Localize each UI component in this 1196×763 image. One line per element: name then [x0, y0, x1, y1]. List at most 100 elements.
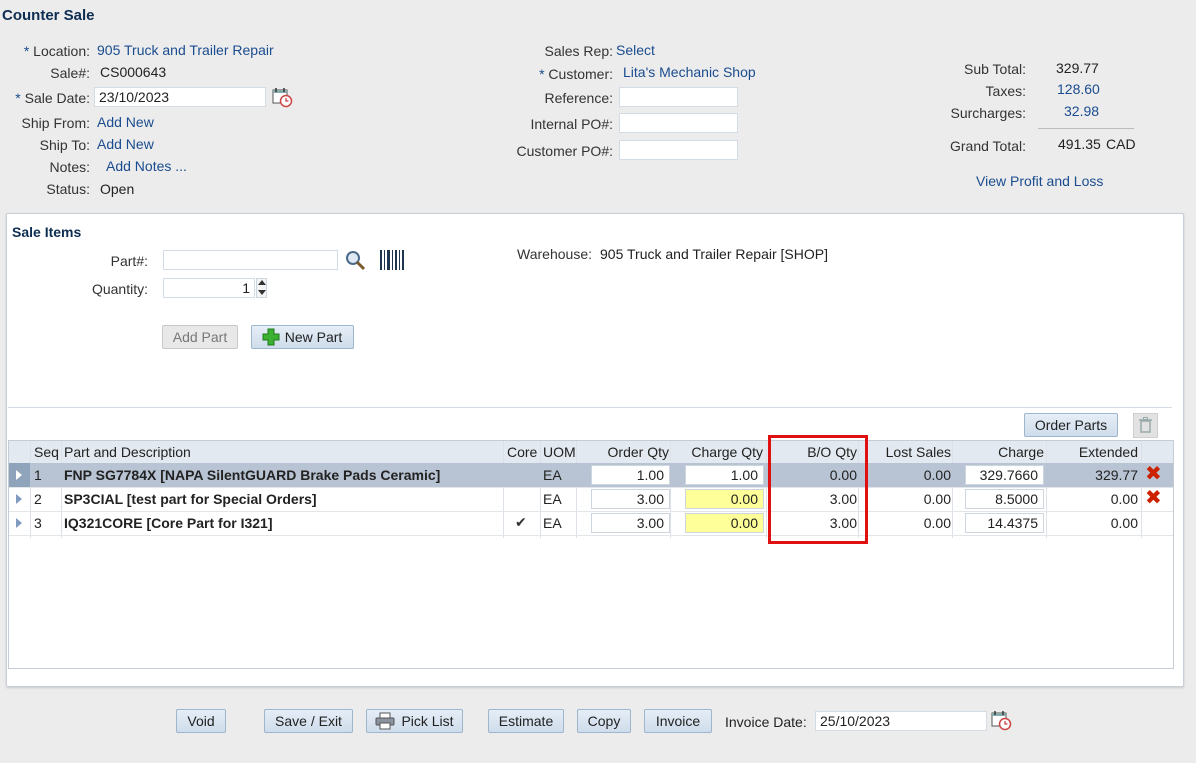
- status-label: Status:: [46, 181, 90, 197]
- invoice-date-input[interactable]: 25/10/2023: [815, 711, 987, 731]
- grand-total-label: Grand Total:: [949, 138, 1026, 154]
- trash-icon[interactable]: [1133, 413, 1158, 438]
- table-row[interactable]: 3 IQ321CORE [Core Part for I321] ✔ EA 3.…: [9, 511, 1173, 536]
- row-uom: EA: [543, 491, 562, 507]
- internal-po-input[interactable]: [619, 113, 738, 133]
- sale-date-label: * Sale Date:: [15, 90, 90, 106]
- surcharges-label: Surcharges:: [950, 105, 1026, 121]
- sale-number-value: CS000643: [100, 64, 167, 80]
- expand-arrow-icon[interactable]: [16, 470, 22, 480]
- notes-label: Notes:: [49, 159, 90, 175]
- reference-input[interactable]: [619, 87, 738, 107]
- copy-button[interactable]: Copy: [577, 709, 631, 733]
- col-header-extended[interactable]: Extended: [1049, 444, 1138, 460]
- row-lost-sales: 0.00: [923, 467, 951, 483]
- table-row[interactable]: 1 FNP SG7784X [NAPA SilentGUARD Brake Pa…: [9, 463, 1173, 488]
- internal-po-label: Internal PO#:: [530, 116, 614, 132]
- estimate-button[interactable]: Estimate: [488, 709, 564, 733]
- stepper-down-icon[interactable]: [258, 290, 266, 295]
- new-part-label: New Part: [284, 329, 343, 345]
- sales-rep-select-link[interactable]: Select: [616, 42, 655, 58]
- quantity-stepper[interactable]: [256, 278, 267, 298]
- core-check-icon: ✔: [515, 514, 527, 530]
- quantity-label: Quantity:: [91, 281, 148, 297]
- new-part-button[interactable]: New Part: [251, 325, 354, 349]
- grid-toolbar-divider: [8, 407, 1172, 408]
- row-part: SP3CIAL [test part for Special Orders]: [64, 491, 317, 507]
- invoice-button[interactable]: Invoice: [644, 709, 712, 733]
- sale-date-input[interactable]: 23/10/2023: [94, 87, 266, 107]
- col-header-seq[interactable]: Seq: [34, 444, 59, 460]
- calendar-icon[interactable]: [990, 709, 1012, 734]
- expand-arrow-icon[interactable]: [16, 494, 22, 504]
- row-expander[interactable]: [9, 487, 30, 511]
- charge-input[interactable]: 14.4375: [965, 513, 1044, 533]
- col-header-core[interactable]: Core: [507, 444, 537, 460]
- row-seq: 3: [34, 515, 42, 531]
- expand-arrow-icon[interactable]: [16, 518, 22, 528]
- charge-qty-input[interactable]: 0.00: [685, 489, 764, 509]
- save-exit-button[interactable]: Save / Exit: [264, 709, 353, 733]
- charge-qty-input[interactable]: 0.00: [685, 513, 764, 533]
- table-row[interactable]: 2 SP3CIAL [test part for Special Orders]…: [9, 487, 1173, 512]
- surcharges-link[interactable]: 32.98: [1064, 103, 1099, 119]
- row-extended: 329.77: [1095, 467, 1138, 483]
- barcode-icon[interactable]: [378, 248, 406, 275]
- stepper-up-icon[interactable]: [258, 280, 266, 285]
- taxes-link[interactable]: 128.60: [1057, 81, 1100, 97]
- page-title: Counter Sale: [2, 7, 95, 24]
- row-lost-sales: 0.00: [923, 515, 951, 531]
- order-qty-input[interactable]: 1.00: [591, 465, 670, 485]
- void-button[interactable]: Void: [176, 709, 226, 733]
- bo-qty-highlight-box: [768, 435, 868, 544]
- calendar-icon[interactable]: [271, 86, 293, 111]
- row-expander[interactable]: [9, 511, 30, 535]
- quantity-input[interactable]: 1: [163, 278, 255, 298]
- charge-qty-input[interactable]: 1.00: [685, 465, 764, 485]
- row-part: IQ321CORE [Core Part for I321]: [64, 515, 273, 531]
- sales-rep-label: Sales Rep:: [544, 43, 613, 59]
- warehouse-label: Warehouse:: [517, 246, 592, 262]
- search-icon[interactable]: [344, 249, 366, 274]
- row-part: FNP SG7784X [NAPA SilentGUARD Brake Pads…: [64, 467, 441, 483]
- status-value: Open: [100, 181, 135, 197]
- ship-to-add-link[interactable]: Add New: [97, 136, 154, 152]
- reference-label: Reference:: [544, 90, 613, 106]
- part-number-label: Part#:: [110, 253, 148, 269]
- charge-input[interactable]: 329.7660: [965, 465, 1044, 485]
- col-header-part[interactable]: Part and Description: [64, 444, 191, 460]
- pick-list-button[interactable]: Pick List: [366, 709, 463, 733]
- ship-from-label: Ship From:: [21, 115, 90, 131]
- col-header-charge[interactable]: Charge: [955, 444, 1044, 460]
- plus-icon: [262, 328, 280, 352]
- customer-link[interactable]: Lita's Mechanic Shop: [623, 64, 756, 80]
- part-number-input[interactable]: [163, 250, 338, 270]
- sale-number-label: Sale#:: [50, 65, 90, 81]
- pick-list-label: Pick List: [401, 713, 454, 729]
- ship-to-label: Ship To:: [39, 137, 90, 153]
- add-notes-link[interactable]: Add Notes ...: [106, 158, 187, 174]
- required-marker: *: [15, 90, 21, 106]
- row-extended: 0.00: [1110, 491, 1138, 507]
- delete-row-icon[interactable]: ✖: [1145, 488, 1162, 508]
- view-profit-loss-link[interactable]: View Profit and Loss: [976, 173, 1103, 189]
- col-header-uom[interactable]: UOM: [543, 444, 576, 460]
- charge-input[interactable]: 8.5000: [965, 489, 1044, 509]
- row-expander[interactable]: [9, 463, 30, 487]
- sale-items-title: Sale Items: [12, 224, 82, 240]
- warehouse-value: 905 Truck and Trailer Repair [SHOP]: [600, 246, 828, 262]
- ship-from-add-link[interactable]: Add New: [97, 114, 154, 130]
- add-part-button[interactable]: Add Part: [162, 325, 238, 349]
- col-header-charge-qty[interactable]: Charge Qty: [673, 444, 763, 460]
- delete-row-icon[interactable]: ✖: [1145, 464, 1162, 484]
- col-header-order-qty[interactable]: Order Qty: [579, 444, 669, 460]
- order-parts-button[interactable]: Order Parts: [1024, 413, 1118, 437]
- order-qty-input[interactable]: 3.00: [591, 489, 670, 509]
- customer-po-input[interactable]: [619, 140, 738, 160]
- customer-po-label: Customer PO#:: [516, 143, 613, 159]
- col-header-lost-sales[interactable]: Lost Sales: [861, 444, 951, 460]
- order-qty-input[interactable]: 3.00: [591, 513, 670, 533]
- row-seq: 1: [34, 467, 42, 483]
- location-link[interactable]: 905 Truck and Trailer Repair: [97, 42, 274, 58]
- invoice-date-label: Invoice Date:: [725, 714, 807, 730]
